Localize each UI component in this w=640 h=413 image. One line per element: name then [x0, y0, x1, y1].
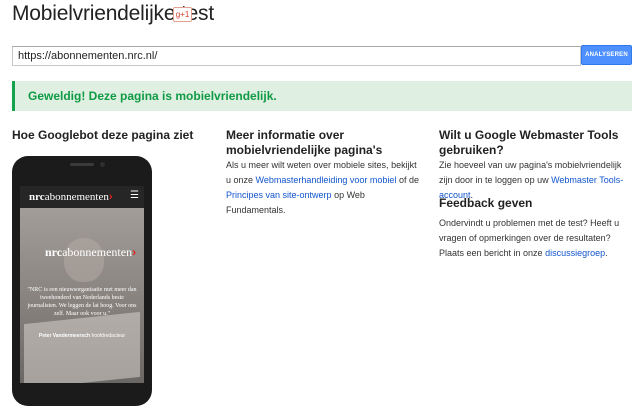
- url-input[interactable]: [12, 46, 581, 66]
- hero-quote: "NRC is een nieuwsorganisatie met meer d…: [27, 287, 137, 317]
- result-message: Geweldig! Deze pagina is mobielvriendeli…: [28, 89, 277, 103]
- discussion-group-link[interactable]: discussiegroep: [545, 248, 605, 258]
- menu-icon[interactable]: ☰: [130, 190, 139, 201]
- more-info-heading: Meer informatie over mobielvriendelijke …: [226, 128, 383, 157]
- feedback-text: Ondervindt u problemen met de test? Heef…: [439, 218, 620, 258]
- hero-quote-author: Peter Vandermeersch hoofdredacteur: [38, 333, 126, 339]
- webmaster-tools-heading: Wilt u Google Webmaster Tools gebruiken?: [439, 128, 619, 157]
- hero-photo: nrcabonnementen› "NRC is een nieuwsorgan…: [20, 208, 144, 383]
- more-info-text: Als u meer wilt weten over mobiele sites…: [226, 160, 419, 215]
- phone-speaker: [70, 163, 94, 166]
- feedback-heading: Feedback geven: [439, 196, 533, 210]
- phone-screen: nrcabonnementen› "NRC is een nieuwsorgan…: [20, 186, 144, 383]
- phone-camera: [100, 162, 105, 167]
- googlebot-view-heading: Hoe Googlebot deze pagina ziet: [12, 128, 194, 142]
- site-logo[interactable]: nrcabonnementen›: [29, 191, 113, 203]
- mobile-guide-link[interactable]: Webmasterhandleiding voor mobiel: [256, 175, 397, 185]
- site-design-principles-link[interactable]: Principes van site-ontwerp: [226, 190, 332, 200]
- phone-mockup: nrcabonnementen› "NRC is een nieuwsorgan…: [12, 156, 152, 406]
- google-plus-one-button[interactable]: g+1: [173, 7, 192, 22]
- hero-logo: nrcabonnementen›: [45, 245, 137, 259]
- site-header: nrcabonnementen› ☰: [20, 186, 144, 208]
- result-banner: Geweldig! Deze pagina is mobielvriendeli…: [12, 81, 632, 111]
- hero-photo-newspaper: [24, 311, 140, 383]
- analyze-button[interactable]: ANALYSEREN: [581, 45, 632, 65]
